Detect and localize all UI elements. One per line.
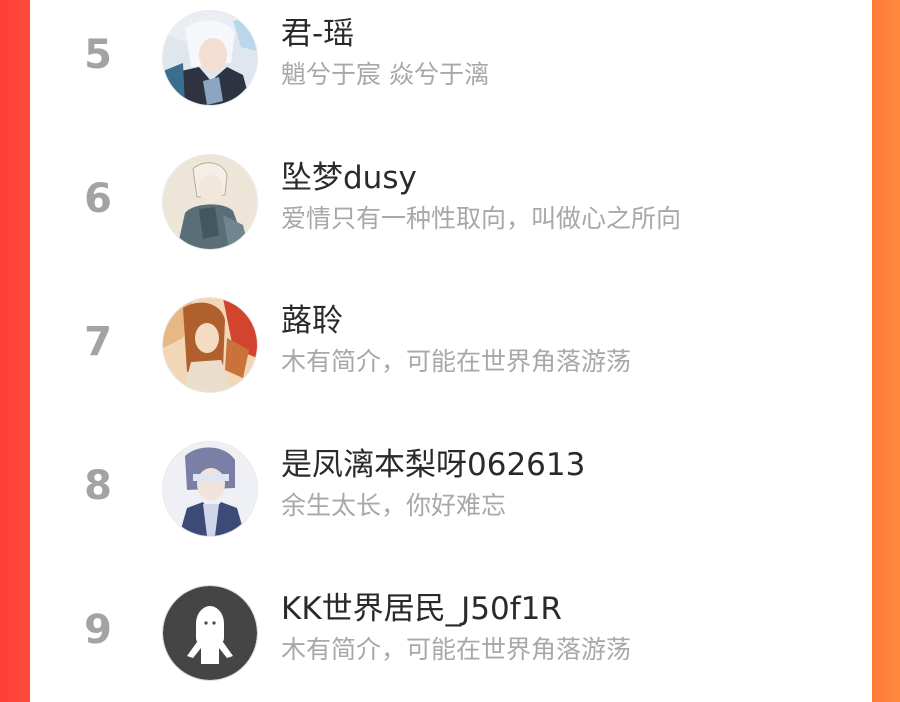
user-avatar-icon[interactable] [162, 441, 258, 537]
ranking-panel: 5 君-瑶 魈兮于宸 焱兮于漓 6 坠梦dusy 爱情只有一种性取向，叫做心之所… [30, 0, 872, 702]
user-name[interactable]: KK世界居民_J50f1R [281, 589, 562, 629]
user-name[interactable]: 坠梦dusy [281, 158, 417, 198]
user-bio: 余生太长，你好难忘 [281, 491, 507, 520]
user-avatar-icon[interactable] [162, 585, 258, 681]
ranking-row[interactable]: 6 坠梦dusy 爱情只有一种性取向，叫做心之所向 [30, 144, 872, 264]
user-bio: 魈兮于宸 焱兮于漓 [281, 60, 489, 89]
ranking-row[interactable]: 7 蕗聆 木有简介，可能在世界角落游荡 [30, 287, 872, 407]
anime-avatar-icon [163, 442, 257, 536]
default-user-avatar-icon [163, 586, 257, 680]
rank-number: 6 [84, 176, 112, 222]
user-bio: 木有简介，可能在世界角落游荡 [281, 347, 632, 376]
rank-number: 7 [84, 319, 112, 365]
user-avatar-icon[interactable] [162, 10, 258, 106]
user-name[interactable]: 君-瑶 [281, 14, 354, 54]
rank-number: 5 [84, 32, 112, 78]
anime-avatar-icon [163, 298, 257, 392]
user-name[interactable]: 是凤漓本梨呀062613 [281, 445, 585, 485]
user-avatar-icon[interactable] [162, 297, 258, 393]
ranking-row[interactable]: 5 君-瑶 魈兮于宸 焱兮于漓 [30, 0, 872, 120]
ranking-row[interactable]: 8 是凤漓本梨呀062613 余生太长，你好难忘 [30, 431, 872, 551]
user-bio: 木有简介，可能在世界角落游荡 [281, 635, 632, 664]
rank-number: 9 [84, 607, 112, 653]
user-name[interactable]: 蕗聆 [281, 301, 343, 341]
ranking-row[interactable]: 9 KK世界居民_J50f1R 木有简介，可能在世界角落游荡 [30, 575, 872, 695]
anime-avatar-icon [163, 11, 257, 105]
user-avatar-icon[interactable] [162, 154, 258, 250]
rank-number: 8 [84, 463, 112, 509]
anime-avatar-icon [163, 155, 257, 249]
user-bio: 爱情只有一种性取向，叫做心之所向 [281, 204, 682, 233]
